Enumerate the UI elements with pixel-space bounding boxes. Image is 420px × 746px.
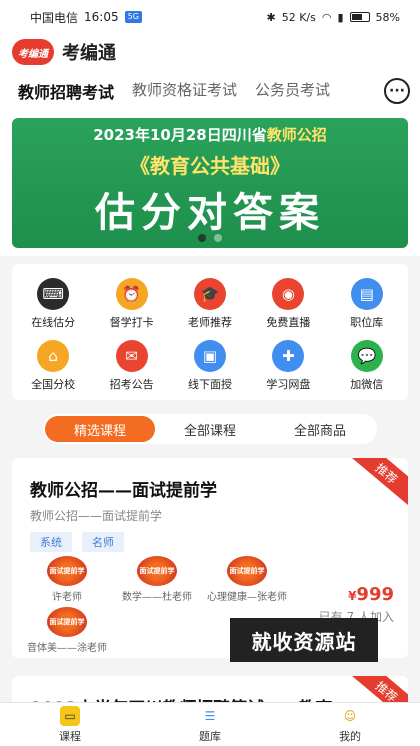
tab-civil-servant[interactable]: 公务员考试 xyxy=(255,79,330,103)
profile-icon: ☺ xyxy=(343,708,357,723)
teacher-name: 音体美——涂老师 xyxy=(27,643,107,654)
grid-item-free-live[interactable]: ◉ 免费直播 xyxy=(249,278,327,330)
avatar: 面试提前学 xyxy=(227,556,267,586)
battery-percent: 58% xyxy=(375,10,400,24)
banner-highlight: 教师公招 xyxy=(266,126,327,144)
tab-teacher-recruitment[interactable]: 教师招聘考试 xyxy=(18,79,114,103)
id-card-icon: ▤ xyxy=(350,278,383,310)
feature-grid: ⌨ 在线估分 ⏰ 督学打卡 🎓 老师推荐 ◉ 免费直播 ▤ 职位库 ⌂ 全国分校… xyxy=(12,264,408,400)
signal-icon: ▮ xyxy=(337,10,344,24)
status-left: 中国电信 16:05 5G xyxy=(30,9,142,26)
teacher-item: 面试提前学 心理健康—张老师 xyxy=(202,556,292,603)
grid-item-label: 老师推荐 xyxy=(187,316,232,329)
teacher-item: 面试提前学 许老师 xyxy=(22,556,112,603)
watermark-overlay: 就收资源站 xyxy=(230,618,378,662)
grid-item-wechat[interactable]: 💬 加微信 xyxy=(328,340,406,392)
grid-item-label: 加微信 xyxy=(350,378,384,391)
carousel-dots xyxy=(12,234,408,242)
grid-item-label: 免费直播 xyxy=(266,316,311,329)
clock-icon: ⏰ xyxy=(115,278,148,310)
avatar: 面试提前学 xyxy=(47,556,87,586)
nav-question-bank[interactable]: ☰ 题库 xyxy=(140,703,280,746)
grid-item-online-score[interactable]: ⌨ 在线估分 xyxy=(14,278,92,330)
grid-item-announcements[interactable]: ✉ 招考公告 xyxy=(92,340,170,392)
grid-item-branches[interactable]: ⌂ 全国分校 xyxy=(14,340,92,392)
tab-list: 教师招聘考试 教师资格证考试 公务员考试 xyxy=(18,79,363,103)
teacher-item: 面试提前学 音体美——涂老师 xyxy=(22,607,112,654)
status-right: ✱ 52 K/s ◠ ▮ 58% xyxy=(267,11,401,24)
banner-wrap: 2023年10月28日四川省教师公招 《教育公共基础》 估分对答案 xyxy=(0,112,420,256)
wifi-icon: ◠ xyxy=(321,10,332,24)
course-tag: 系统 xyxy=(30,532,72,552)
app-title: 考编通 xyxy=(62,43,116,64)
grid-item-offline-class[interactable]: ▣ 线下面授 xyxy=(171,340,249,392)
avatar: 面试提前学 xyxy=(137,556,177,586)
price-value: 999 xyxy=(356,584,394,605)
course-subtitle: 教师公招——面试提前学 xyxy=(30,509,163,523)
nav-label: 课程 xyxy=(59,729,81,743)
nav-label: 题库 xyxy=(199,729,221,743)
nav-label: 我的 xyxy=(339,729,361,743)
grid-item-label: 全国分校 xyxy=(31,378,76,391)
announcement-icon: ✉ xyxy=(115,340,148,372)
course-tag: 名师 xyxy=(82,532,124,552)
graduation-cap-icon: 🎓 xyxy=(193,278,226,310)
teacher-name: 许老师 xyxy=(52,592,82,603)
carrier: 中国电信 xyxy=(30,10,79,25)
school-icon: ⌂ xyxy=(37,340,70,372)
more-options-button[interactable]: ··· xyxy=(384,78,410,104)
grid-item-checkin[interactable]: ⏰ 督学打卡 xyxy=(92,278,170,330)
wechat-icon: 💬 xyxy=(350,340,383,372)
tab-teacher-certificate[interactable]: 教师资格证考试 xyxy=(132,79,237,103)
keyboard-icon: ⌨ xyxy=(37,278,70,310)
bottom-nav: ▭ 课程 ☰ 题库 ☺ 我的 xyxy=(0,702,420,746)
teacher-item: 面试提前学 数学——杜老师 xyxy=(112,556,202,603)
live-icon: ◉ xyxy=(272,278,305,310)
teacher-name: 数学——杜老师 xyxy=(122,592,192,603)
grid-item-label: 在线估分 xyxy=(31,316,76,329)
course-icon: ▭ xyxy=(60,705,80,726)
banner-main-text: 估分对答案 xyxy=(95,190,325,236)
question-bank-icon: ☰ xyxy=(204,708,216,723)
battery-icon xyxy=(349,12,370,22)
course-price: ¥999 xyxy=(348,584,394,605)
avatar: 面试提前学 xyxy=(47,607,87,637)
grid-item-job-library[interactable]: ▤ 职位库 xyxy=(328,278,406,330)
nav-profile[interactable]: ☺ 我的 xyxy=(280,703,420,746)
app-header: 考编通 考编通 xyxy=(0,34,420,70)
grid-item-label: 线下面授 xyxy=(187,378,232,391)
promo-banner[interactable]: 2023年10月28日四川省教师公招 《教育公共基础》 估分对答案 xyxy=(12,118,408,248)
grid-item-cloud-drive[interactable]: ✚ 学习网盘 xyxy=(249,340,327,392)
segment-featured-courses[interactable]: 精选课程 xyxy=(45,416,155,442)
course-segment-control: 精选课程 全部课程 全部商品 xyxy=(43,414,377,444)
segment-all-products[interactable]: 全部商品 xyxy=(265,416,375,442)
teacher-name: 心理健康—张老师 xyxy=(207,592,287,603)
course-title: 教师公招——面试提前学 xyxy=(30,481,217,501)
segment-all-courses[interactable]: 全部课程 xyxy=(155,416,265,442)
exam-tab-bar: 教师招聘考试 教师资格证考试 公务员考试 ··· xyxy=(0,70,420,112)
grid-item-label: 学习网盘 xyxy=(266,378,311,391)
segment-wrap: 精选课程 全部课程 全部商品 xyxy=(0,414,420,444)
carousel-dot-active[interactable] xyxy=(198,234,206,242)
net-speed: 52 K/s xyxy=(281,10,316,24)
bluetooth-icon: ✱ xyxy=(266,10,276,24)
clock: 16:05 xyxy=(84,10,119,24)
folder-plus-icon: ✚ xyxy=(272,340,305,372)
grid-item-teacher-recommend[interactable]: 🎓 老师推荐 xyxy=(171,278,249,330)
banner-subject: 《教育公共基础》 xyxy=(130,154,290,178)
grid-item-label: 职位库 xyxy=(350,316,384,329)
carousel-dot[interactable] xyxy=(214,234,222,242)
app-logo: 考编通 xyxy=(12,39,54,65)
sim-badge: 5G xyxy=(124,11,142,23)
classroom-icon: ▣ xyxy=(193,340,226,372)
course-tags: 系统 名师 xyxy=(30,532,390,552)
banner-headline: 2023年10月28日四川省教师公招 xyxy=(12,124,408,145)
status-bar: 中国电信 16:05 5G ✱ 52 K/s ◠ ▮ 58% xyxy=(0,0,420,34)
banner-date: 2023年10月28日四川省 xyxy=(93,126,267,144)
grid-item-label: 招考公告 xyxy=(109,378,154,391)
grid-item-label: 督学打卡 xyxy=(109,316,154,329)
nav-courses[interactable]: ▭ 课程 xyxy=(0,703,140,746)
